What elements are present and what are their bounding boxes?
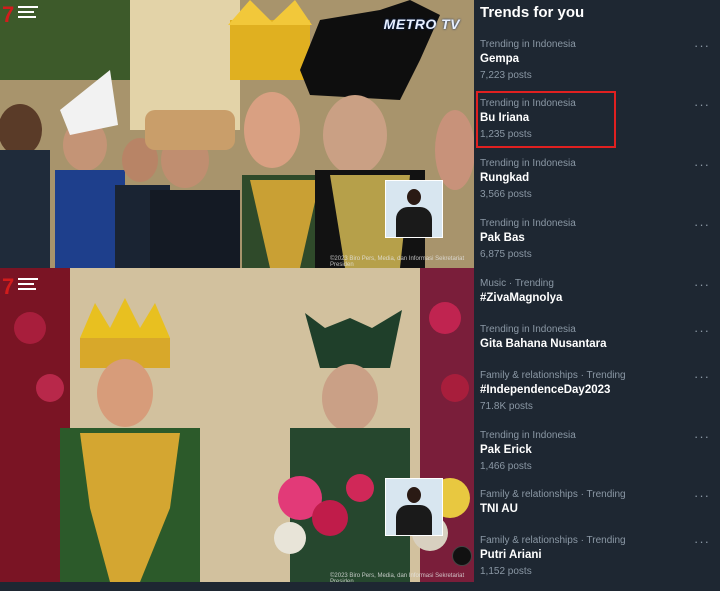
trend-name: Gempa <box>480 53 519 65</box>
trend-name: Pak Bas <box>480 232 525 244</box>
trend-context: Trending in Indonesia <box>480 324 576 335</box>
photo-caption: ©2023 Biro Pers, Media, dan Informasi Se… <box>330 573 465 582</box>
trend-name: TNI AU <box>480 503 518 515</box>
more-horizontal-icon[interactable]: ··· <box>694 39 710 52</box>
more-horizontal-icon[interactable]: ··· <box>694 535 710 548</box>
trend-item[interactable]: Trending in Indonesia Pak Bas 6,875 post… <box>474 218 720 274</box>
trend-item[interactable]: Trending in Indonesia Pak Erick 1,466 po… <box>474 430 720 486</box>
trend-item[interactable]: Family & relationships · Trending #Indep… <box>474 370 720 426</box>
trend-context: Trending in Indonesia <box>480 218 576 229</box>
svg-text:7: 7 <box>2 2 14 27</box>
trend-context: Trending in Indonesia <box>480 158 576 169</box>
trend-name: #ZivaMagnolya <box>480 292 563 304</box>
trends-panel-title: Trends for you <box>480 4 585 21</box>
trend-name: #IndependenceDay2023 <box>480 384 611 396</box>
more-horizontal-icon[interactable]: ··· <box>694 489 710 502</box>
trends-panel: Trends for you Trending in Indonesia Gem… <box>474 0 720 582</box>
more-horizontal-icon[interactable]: ··· <box>694 158 710 171</box>
trend-context: Family & relationships · Trending <box>480 370 626 381</box>
trend-name: Gita Bahana Nusantara <box>480 338 607 350</box>
trend-post-count: 3,566 posts <box>480 189 532 200</box>
trend-name: Rungkad <box>480 172 530 184</box>
trend-item[interactable]: Trending in Indonesia Gempa 7,223 posts … <box>474 39 720 95</box>
sign-language-interpreter-inset <box>385 180 443 238</box>
photo-caption: ©2023 Biro Pers, Media, dan Informasi Se… <box>330 256 465 268</box>
ceremony-photo-bottom: 7 ©2023 Biro Pers, Media, dan Informasi … <box>0 268 474 582</box>
trend-item[interactable]: Trending in Indonesia Rungkad 3,566 post… <box>474 158 720 214</box>
channel-logo: METRO TV <box>383 16 460 32</box>
trend-name: Pak Erick <box>480 444 532 456</box>
svg-text:7: 7 <box>2 274 14 299</box>
trend-post-count: 71.8K posts <box>480 401 533 412</box>
more-horizontal-icon[interactable]: ··· <box>694 430 710 443</box>
highlight-box <box>476 91 616 148</box>
trend-post-count: 1,466 posts <box>480 461 532 472</box>
trend-item[interactable]: Family & relationships · Trending Putri … <box>474 535 720 591</box>
trend-context: Music · Trending <box>480 278 554 289</box>
more-horizontal-icon[interactable]: ··· <box>694 278 710 291</box>
trend-post-count: 1,152 posts <box>480 566 532 577</box>
trend-post-count: 7,223 posts <box>480 70 532 81</box>
independence-logo-icon: 7 <box>2 2 38 27</box>
photo-collage: 7 METRO TV ©2023 Biro Pers, Media, dan I… <box>0 0 474 582</box>
trend-post-count: 6,875 posts <box>480 249 532 260</box>
sign-language-interpreter-inset <box>385 478 443 536</box>
trend-context: Family & relationships · Trending <box>480 489 626 500</box>
more-horizontal-icon[interactable]: ··· <box>694 218 710 231</box>
independence-logo-icon: 7 <box>2 274 38 299</box>
more-horizontal-icon[interactable]: ··· <box>694 98 710 111</box>
ceremony-photo-top: 7 METRO TV ©2023 Biro Pers, Media, dan I… <box>0 0 474 268</box>
trend-context: Family & relationships · Trending <box>480 535 626 546</box>
trend-name: Putri Ariani <box>480 549 542 561</box>
trend-context: Trending in Indonesia <box>480 430 576 441</box>
video-control-icon[interactable] <box>452 546 472 566</box>
more-horizontal-icon[interactable]: ··· <box>694 370 710 383</box>
trend-context: Trending in Indonesia <box>480 39 576 50</box>
more-horizontal-icon[interactable]: ··· <box>694 324 710 337</box>
